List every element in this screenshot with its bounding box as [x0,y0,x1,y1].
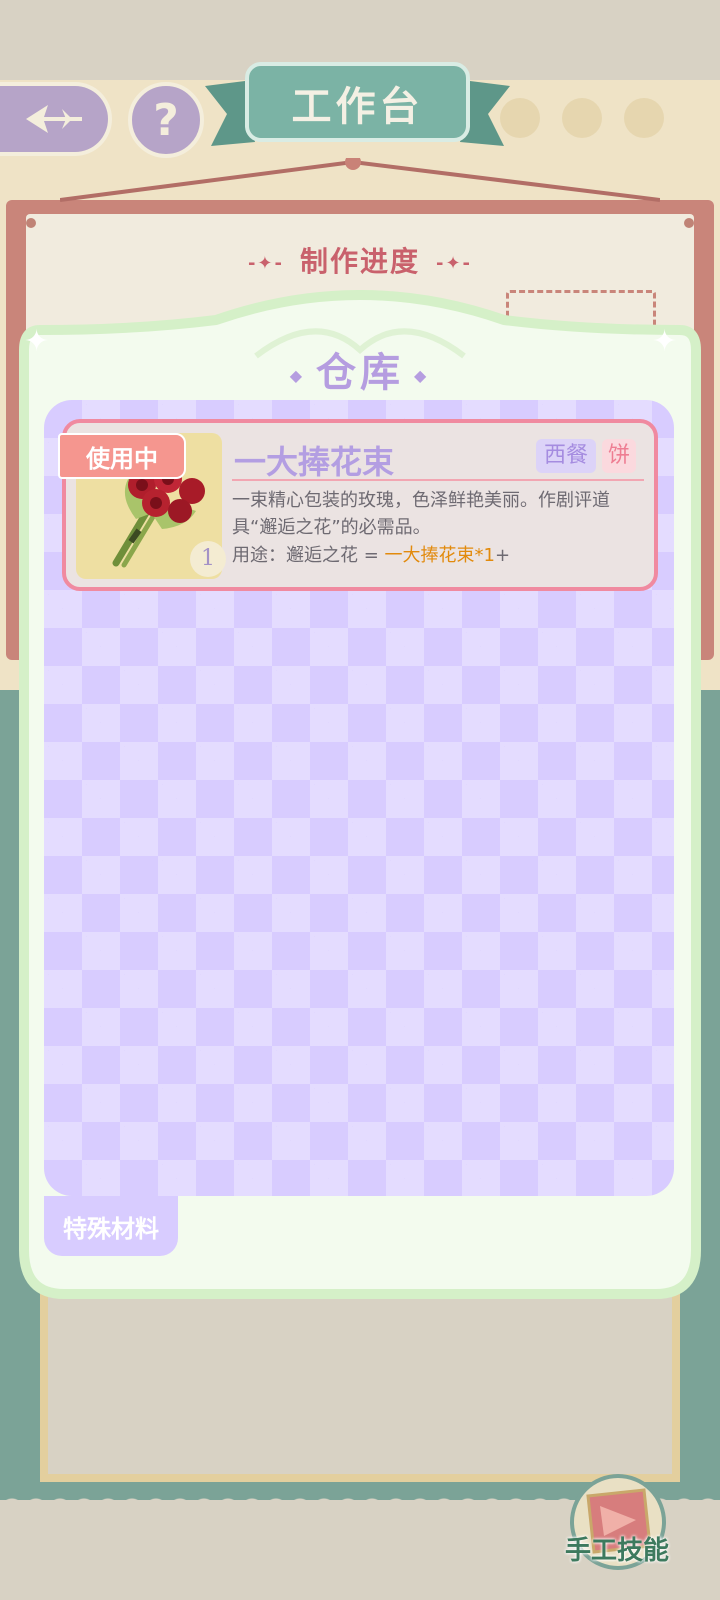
page-title: 工作台 [291,84,424,130]
item-count-badge: 1 [190,541,226,577]
progress-title: -✦- 制作进度 -✦- [247,245,473,278]
back-arrow-icon [26,105,82,133]
item-name: 一大捧花束 [234,443,395,481]
help-icon: ? [153,94,179,146]
category-tag-cake: 饼 [602,439,637,473]
inventory-item-card[interactable]: 1 使用中 一大捧花束 西餐 饼 一束精心包装的玫瑰，色泽鲜艳美丽。作剧评道具“… [58,419,658,591]
hanging-string [60,158,660,202]
category-tag-western: 西餐 [536,439,597,473]
craft-skill-label[interactable]: 手工技能 [552,1530,682,1567]
item-description: 一束精心包装的玫瑰，色泽鲜艳美丽。作剧评道具“邂逅之花”的必需品。 [232,490,610,538]
warehouse-title: ◆ 仓库 ◆ [289,350,431,396]
back-button[interactable] [0,82,112,156]
item-usage: 用途：邂逅之花 = 一大捧花束*1+ [232,545,511,566]
in-use-badge: 使用中 [58,433,186,479]
help-button[interactable]: ? [128,82,204,158]
decorative-dots [500,98,720,154]
tab-special-materials[interactable]: 特殊材料 [44,1196,178,1256]
